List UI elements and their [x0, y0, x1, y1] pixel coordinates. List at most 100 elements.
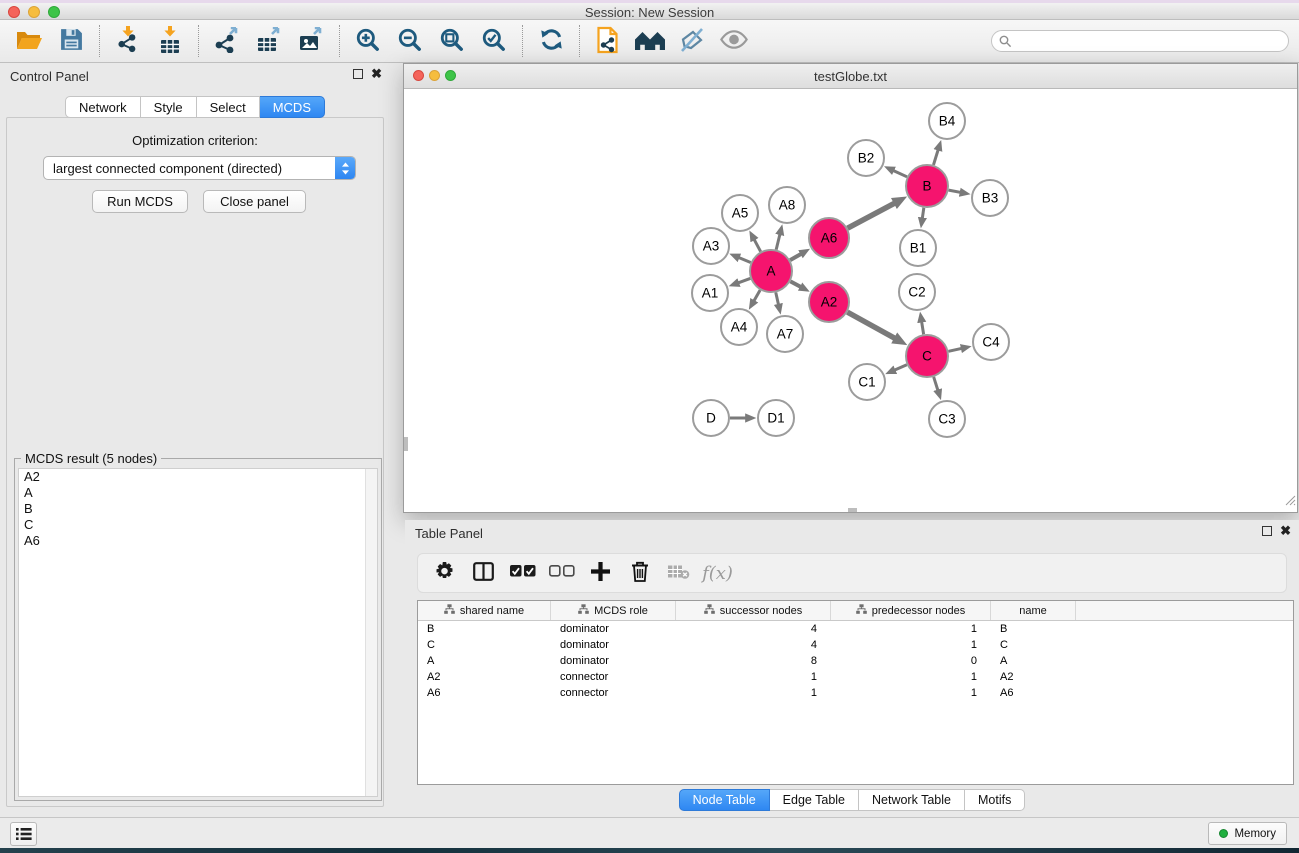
- table-cell[interactable]: A2: [991, 669, 1076, 685]
- memory-button[interactable]: Memory: [1208, 822, 1287, 845]
- export-image-button[interactable]: [290, 22, 332, 60]
- result-item[interactable]: B: [19, 501, 377, 517]
- edge-A-A1[interactable]: [737, 278, 750, 283]
- settings-button[interactable]: [426, 556, 463, 590]
- table-cell[interactable]: C: [418, 637, 551, 653]
- tab-style[interactable]: Style: [141, 96, 197, 118]
- edge-B-B1[interactable]: [922, 208, 924, 220]
- zoom-selected-button[interactable]: [473, 22, 515, 60]
- show-panels-button[interactable]: [10, 822, 37, 846]
- table-row[interactable]: A2connector11A2: [418, 669, 1293, 685]
- delete-button[interactable]: [621, 556, 658, 590]
- graph-node-A1[interactable]: A1: [692, 275, 728, 311]
- column-header-successor-nodes[interactable]: successor nodes: [676, 601, 831, 620]
- graph-node-D[interactable]: D: [693, 400, 729, 436]
- table-cell[interactable]: B: [991, 621, 1076, 637]
- graph-node-A4[interactable]: A4: [721, 309, 757, 345]
- zoom-out-button[interactable]: [389, 22, 431, 60]
- node-table[interactable]: shared nameMCDS rolesuccessor nodesprede…: [417, 600, 1294, 785]
- graph-node-C2[interactable]: C2: [899, 274, 935, 310]
- annotations-button[interactable]: [671, 22, 713, 60]
- table-cell[interactable]: 1: [831, 621, 991, 637]
- edge-A-A2[interactable]: [790, 281, 801, 287]
- graph-node-C3[interactable]: C3: [929, 401, 965, 437]
- toggle-view-button[interactable]: [713, 22, 755, 60]
- graph-node-B2[interactable]: B2: [848, 140, 884, 176]
- table-cell[interactable]: A: [418, 653, 551, 669]
- close-panel-icon[interactable]: ✖: [371, 69, 382, 79]
- edge-B-B4[interactable]: [933, 149, 938, 165]
- float-table-panel-icon[interactable]: [1262, 526, 1272, 536]
- export-table-button[interactable]: [248, 22, 290, 60]
- edge-A-A5[interactable]: [754, 239, 761, 252]
- table-row[interactable]: Cdominator41C: [418, 637, 1293, 653]
- main-titlebar[interactable]: Session: New Session: [0, 3, 1299, 20]
- table-cell[interactable]: 1: [831, 637, 991, 653]
- graph-node-D1[interactable]: D1: [758, 400, 794, 436]
- function-builder-button[interactable]: f(x): [699, 556, 736, 590]
- edge-C-C3[interactable]: [934, 377, 939, 391]
- graph-node-A3[interactable]: A3: [693, 228, 729, 264]
- graph-node-A2[interactable]: A2: [809, 282, 849, 322]
- zoom-fit-button[interactable]: [431, 22, 473, 60]
- table-cell[interactable]: dominator: [551, 653, 676, 669]
- result-item[interactable]: A2: [19, 469, 377, 485]
- network-window-titlebar[interactable]: testGlobe.txt: [404, 64, 1297, 89]
- open-ndex-button[interactable]: [587, 22, 629, 60]
- tab-network-table[interactable]: Network Table: [859, 789, 965, 811]
- table-cell[interactable]: dominator: [551, 637, 676, 653]
- home-button[interactable]: [629, 22, 671, 60]
- graph-node-C1[interactable]: C1: [849, 364, 885, 400]
- table-cell[interactable]: C: [991, 637, 1076, 653]
- criterion-select[interactable]: largest connected component (directed): [43, 156, 356, 180]
- table-cell[interactable]: 1: [831, 685, 991, 701]
- graph-node-B3[interactable]: B3: [972, 180, 1008, 216]
- table-row[interactable]: Adominator80A: [418, 653, 1293, 669]
- table-cell[interactable]: dominator: [551, 621, 676, 637]
- edge-A-A8[interactable]: [776, 233, 780, 249]
- import-network-button[interactable]: [107, 22, 149, 60]
- save-session-button[interactable]: [50, 22, 92, 60]
- table-cell[interactable]: B: [418, 621, 551, 637]
- edge-C-C1[interactable]: [894, 365, 907, 371]
- graph-node-C[interactable]: C: [906, 335, 948, 377]
- column-header-shared-name[interactable]: shared name: [418, 601, 551, 620]
- graph-node-A[interactable]: A: [750, 250, 792, 292]
- table-cell[interactable]: 8: [676, 653, 831, 669]
- edge-A6-B[interactable]: [848, 202, 897, 228]
- refresh-layout-button[interactable]: [530, 22, 572, 60]
- table-cell[interactable]: A6: [418, 685, 551, 701]
- graph-node-A8[interactable]: A8: [769, 187, 805, 223]
- network-canvas[interactable]: B4B2BB3A8A5A6A3B1AA1C2A2A4A7C4CC1C3DD1: [404, 89, 1297, 512]
- table-cell[interactable]: 1: [831, 669, 991, 685]
- close-panel-button[interactable]: Close panel: [203, 190, 306, 213]
- graph-node-A5[interactable]: A5: [722, 195, 758, 231]
- graph-node-A6[interactable]: A6: [809, 218, 849, 258]
- tab-motifs[interactable]: Motifs: [965, 789, 1025, 811]
- delete-table-button[interactable]: [660, 556, 697, 590]
- graph-node-B4[interactable]: B4: [929, 103, 965, 139]
- table-cell[interactable]: A2: [418, 669, 551, 685]
- column-header-mcds-role[interactable]: MCDS role: [551, 601, 676, 620]
- float-panel-icon[interactable]: [353, 69, 363, 79]
- add-button[interactable]: [582, 556, 619, 590]
- table-cell[interactable]: A6: [991, 685, 1076, 701]
- graph-node-B1[interactable]: B1: [900, 230, 936, 266]
- tab-mcds[interactable]: MCDS: [260, 96, 325, 118]
- v-scroll-indicator[interactable]: [404, 437, 408, 451]
- result-item[interactable]: C: [19, 517, 377, 533]
- table-cell[interactable]: A: [991, 653, 1076, 669]
- tab-edge-table[interactable]: Edge Table: [770, 789, 859, 811]
- graph-node-A7[interactable]: A7: [767, 316, 803, 352]
- network-graph[interactable]: B4B2BB3A8A5A6A3B1AA1C2A2A4A7C4CC1C3DD1: [404, 89, 1297, 512]
- resize-grip[interactable]: [1283, 493, 1296, 511]
- edge-B-B3[interactable]: [949, 190, 962, 192]
- edge-A2-C[interactable]: [847, 312, 896, 339]
- tab-select[interactable]: Select: [197, 96, 260, 118]
- close-table-panel-icon[interactable]: ✖: [1280, 526, 1291, 536]
- column-header-name[interactable]: name: [991, 601, 1076, 620]
- result-item[interactable]: A6: [19, 533, 377, 549]
- graph-node-B[interactable]: B: [906, 165, 948, 207]
- edge-C-C4[interactable]: [948, 348, 962, 351]
- table-cell[interactable]: 0: [831, 653, 991, 669]
